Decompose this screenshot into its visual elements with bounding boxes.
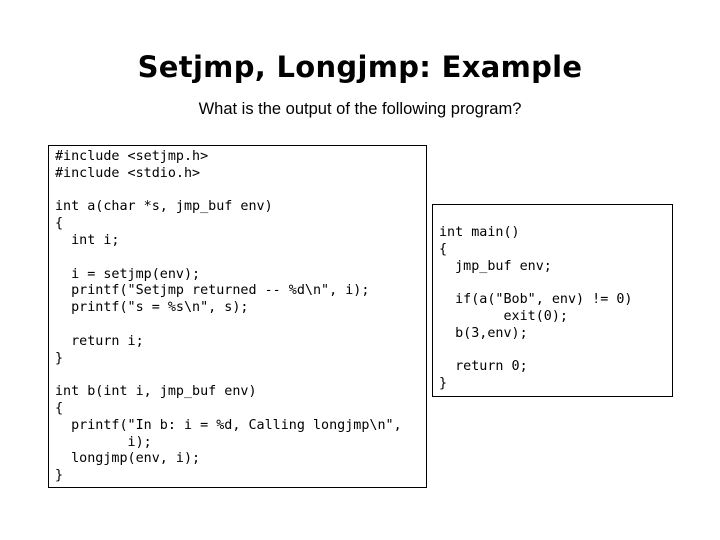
slide-subtitle: What is the output of the following prog… (198, 100, 522, 118)
slide-title: Setjmp, Longjmp: Example (137, 50, 583, 84)
code-listing-main: int main() { jmp_buf env; if(a("Bob", en… (439, 225, 633, 392)
code-box-functions: #include <setjmp.h> #include <stdio.h> i… (48, 145, 427, 488)
code-box-main: int main() { jmp_buf env; if(a("Bob", en… (432, 204, 673, 397)
code-listing-functions: #include <setjmp.h> #include <stdio.h> i… (55, 149, 402, 484)
